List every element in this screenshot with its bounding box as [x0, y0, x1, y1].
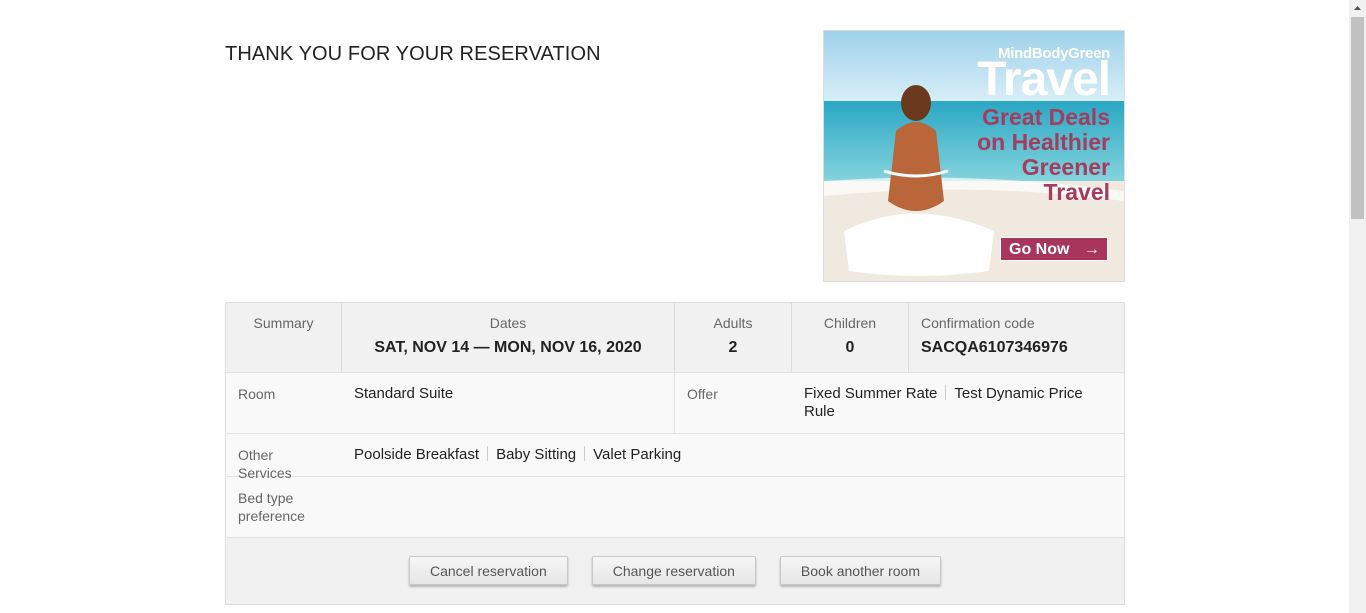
adults-cell: Adults 2 [675, 303, 792, 372]
services-row: Other Services Poolside Breakfast Baby Si… [226, 434, 1124, 481]
ad-go-now-button[interactable]: Go Now → [1000, 237, 1108, 261]
scroll-up-arrow-icon[interactable] [1349, 0, 1366, 17]
room-label: Room [238, 386, 276, 402]
room-value: Standard Suite [342, 373, 675, 433]
summary-cell: Summary [226, 303, 342, 372]
service-item: Valet Parking [593, 446, 682, 463]
bed-type-value [342, 477, 1124, 537]
confirmation-label: Confirmation code [921, 315, 1035, 331]
children-label: Children [823, 315, 877, 331]
ad-tagline: Great Deals on Healthier Greener Travel [977, 104, 1110, 205]
actions-row: Cancel reservation Change reservation Bo… [226, 538, 1124, 604]
confirmation-cell: Confirmation code SACQA6107346976 [909, 303, 1124, 372]
offer-list: Fixed Summer Rate Test Dynamic Price Rule [792, 373, 1124, 433]
dates-cell: Dates SAT, NOV 14 — MON, NOV 16, 2020 [342, 303, 675, 372]
children-value: 0 [845, 339, 855, 356]
adults-label: Adults [713, 315, 753, 331]
services-label: Other Services [238, 447, 292, 481]
reservation-summary: Summary Dates SAT, NOV 14 — MON, NOV 16,… [225, 302, 1125, 605]
offer-label: Offer [687, 386, 718, 402]
summary-header-row: Summary Dates SAT, NOV 14 — MON, NOV 16,… [226, 303, 1124, 373]
confirmation-code: SACQA6107346976 [921, 339, 1068, 356]
adults-value: 2 [728, 339, 738, 356]
cancel-reservation-button[interactable]: Cancel reservation [409, 556, 568, 585]
travel-ad-banner[interactable]: MindBodyGreen Travel Great Deals on Heal… [823, 30, 1125, 282]
services-list: Poolside Breakfast Baby Sitting Valet Park… [342, 434, 1124, 476]
book-another-room-button[interactable]: Book another room [779, 556, 941, 585]
ad-cta-label: Go Now [1009, 241, 1070, 258]
room-offer-row: Room Standard Suite Offer Fixed Summer R… [226, 373, 1124, 434]
dates-label: Dates [489, 315, 527, 331]
scrollbar-thumb[interactable] [1351, 17, 1364, 219]
offer-item: Fixed Summer Rate [804, 385, 954, 402]
service-item: Poolside Breakfast [354, 446, 496, 463]
summary-label: Summary [253, 315, 314, 331]
ad-headline: Travel [977, 53, 1111, 106]
change-reservation-button[interactable]: Change reservation [591, 556, 756, 585]
page-title: THANK YOU FOR YOUR RESERVATION [225, 43, 601, 66]
dates-value: SAT, NOV 14 — MON, NOV 16, 2020 [374, 339, 642, 356]
vertical-scrollbar[interactable] [1349, 0, 1366, 613]
service-item: Baby Sitting [496, 446, 593, 463]
bed-type-label: Bed type preference [238, 490, 305, 524]
children-cell: Children 0 [792, 303, 909, 372]
bed-preference-row: Bed type preference [226, 477, 1124, 538]
arrow-right-icon: → [1083, 241, 1100, 258]
